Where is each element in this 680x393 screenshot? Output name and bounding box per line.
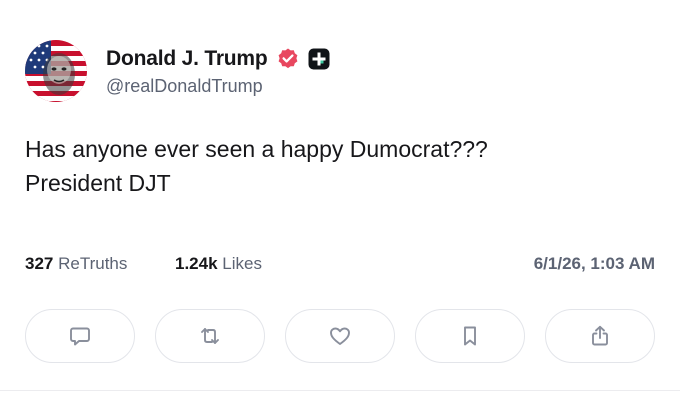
plus-badge-icon xyxy=(308,48,330,70)
retruth-button[interactable] xyxy=(155,309,265,363)
share-button[interactable] xyxy=(545,309,655,363)
post-actions xyxy=(25,309,655,363)
avatar[interactable] xyxy=(25,40,87,102)
flag-portrait-avatar-icon xyxy=(25,40,87,102)
share-icon xyxy=(592,325,608,346)
heart-icon xyxy=(330,327,350,345)
post-timestamp[interactable]: 6/1/26, 1:03 AM xyxy=(534,254,655,274)
post-text-line: Has anyone ever seen a happy Dumocrat??? xyxy=(25,136,488,162)
author-name-row: Donald J. Trump xyxy=(106,44,330,74)
retruth-icon xyxy=(201,328,219,344)
author-display-name[interactable]: Donald J. Trump xyxy=(106,47,268,71)
likes-stat[interactable]: 1.24k Likes xyxy=(175,254,262,274)
post-body: Has anyone ever seen a happy Dumocrat???… xyxy=(25,132,645,200)
post-stats: 327 ReTruths 1.24k Likes 6/1/26, 1:03 AM xyxy=(25,254,655,278)
post-card: Donald J. Trump @realDonaldTrump Has any… xyxy=(0,0,680,393)
post-author: Donald J. Trump @realDonaldTrump xyxy=(106,44,330,97)
retruths-count: 327 xyxy=(25,254,54,273)
post-text-line: President DJT xyxy=(25,170,171,196)
retruths-stat[interactable]: 327 ReTruths xyxy=(25,254,127,274)
likes-count: 1.24k xyxy=(175,254,218,273)
reply-icon xyxy=(70,327,90,346)
bookmark-button[interactable] xyxy=(415,309,525,363)
bookmark-icon xyxy=(464,326,476,346)
author-handle[interactable]: @realDonaldTrump xyxy=(106,76,330,97)
bottom-divider xyxy=(0,390,680,391)
retruths-label: ReTruths xyxy=(58,254,128,273)
likes-label: Likes xyxy=(222,254,262,273)
verified-badge-icon xyxy=(276,47,300,71)
reply-button[interactable] xyxy=(25,309,135,363)
like-button[interactable] xyxy=(285,309,395,363)
